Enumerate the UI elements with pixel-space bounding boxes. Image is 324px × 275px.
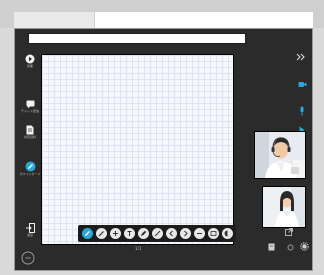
pen-tool-button[interactable]: [82, 228, 93, 239]
sidebar-item-material[interactable]: 共有資料: [19, 125, 41, 139]
eraser-icon: [224, 230, 228, 237]
browser-top-bar: [0, 0, 324, 28]
document-icon: [26, 125, 34, 135]
whiteboard-small-icon[interactable]: [268, 243, 276, 251]
image-icon: [210, 231, 217, 236]
student-video-image: [263, 187, 305, 227]
exit-icon: [25, 223, 35, 233]
double-chevron-right-icon[interactable]: [296, 53, 306, 61]
teacher-video-image: [255, 132, 305, 178]
text-tool-button[interactable]: [124, 228, 135, 239]
left-sidebar: 授業 チャット配信 共有資料 ホワイトボード 退室: [19, 51, 41, 271]
pen-icon: [25, 161, 35, 172]
clear-tool-button[interactable]: [222, 228, 233, 239]
pencil-icon: [98, 231, 104, 237]
page-indicator: 1/1: [135, 246, 142, 251]
sidebar-item-whiteboard[interactable]: ホワイトボード: [19, 161, 41, 176]
sidebar-item-label: 授業: [26, 64, 33, 68]
play-icon: [25, 54, 35, 64]
settings-icon[interactable]: [287, 244, 294, 251]
address-input[interactable]: [28, 33, 246, 44]
undo-icon: [169, 230, 173, 237]
teacher-video[interactable]: [254, 131, 306, 179]
move-icon: [197, 233, 202, 234]
undo-tool-button[interactable]: [166, 228, 177, 239]
microphone-icon[interactable]: [299, 106, 305, 116]
browser-tab-area: [14, 12, 94, 28]
redo-icon: [184, 230, 188, 237]
sidebar-item-label: ホワイトボード: [19, 172, 41, 176]
redo-tool-button[interactable]: [180, 228, 191, 239]
marker-icon: [141, 230, 147, 236]
plus-icon: [113, 231, 118, 236]
external-link-icon[interactable]: [285, 228, 293, 236]
sidebar-item-label: 共有資料: [23, 135, 36, 139]
whiteboard-canvas[interactable]: [41, 54, 234, 245]
student-video[interactable]: [262, 186, 306, 228]
sidebar-item-label: チャット配信: [21, 109, 39, 113]
pencil-tool-button[interactable]: [96, 228, 107, 239]
line-tool-button[interactable]: [152, 228, 163, 239]
browser-url-area[interactable]: [95, 12, 313, 28]
more-options-icon[interactable]: [21, 251, 35, 265]
move-tool-button[interactable]: [194, 228, 205, 239]
gear-icon[interactable]: [300, 242, 309, 251]
sidebar-item-exit[interactable]: 退室: [19, 223, 41, 237]
text-icon: [127, 231, 132, 236]
chat-icon: [26, 100, 34, 109]
sidebar-item-label: 退室: [26, 233, 33, 237]
drawing-toolbar: [78, 225, 236, 242]
line-icon: [154, 230, 161, 237]
right-panel: [238, 51, 310, 271]
camera-icon[interactable]: [298, 81, 307, 88]
image-tool-button[interactable]: [208, 228, 219, 239]
marker-tool-button[interactable]: [138, 228, 149, 239]
sidebar-item-chat[interactable]: チャット配信: [19, 100, 41, 113]
pen-icon: [85, 231, 90, 236]
add-tool-button[interactable]: [110, 228, 121, 239]
sidebar-item-play[interactable]: 授業: [19, 54, 41, 68]
